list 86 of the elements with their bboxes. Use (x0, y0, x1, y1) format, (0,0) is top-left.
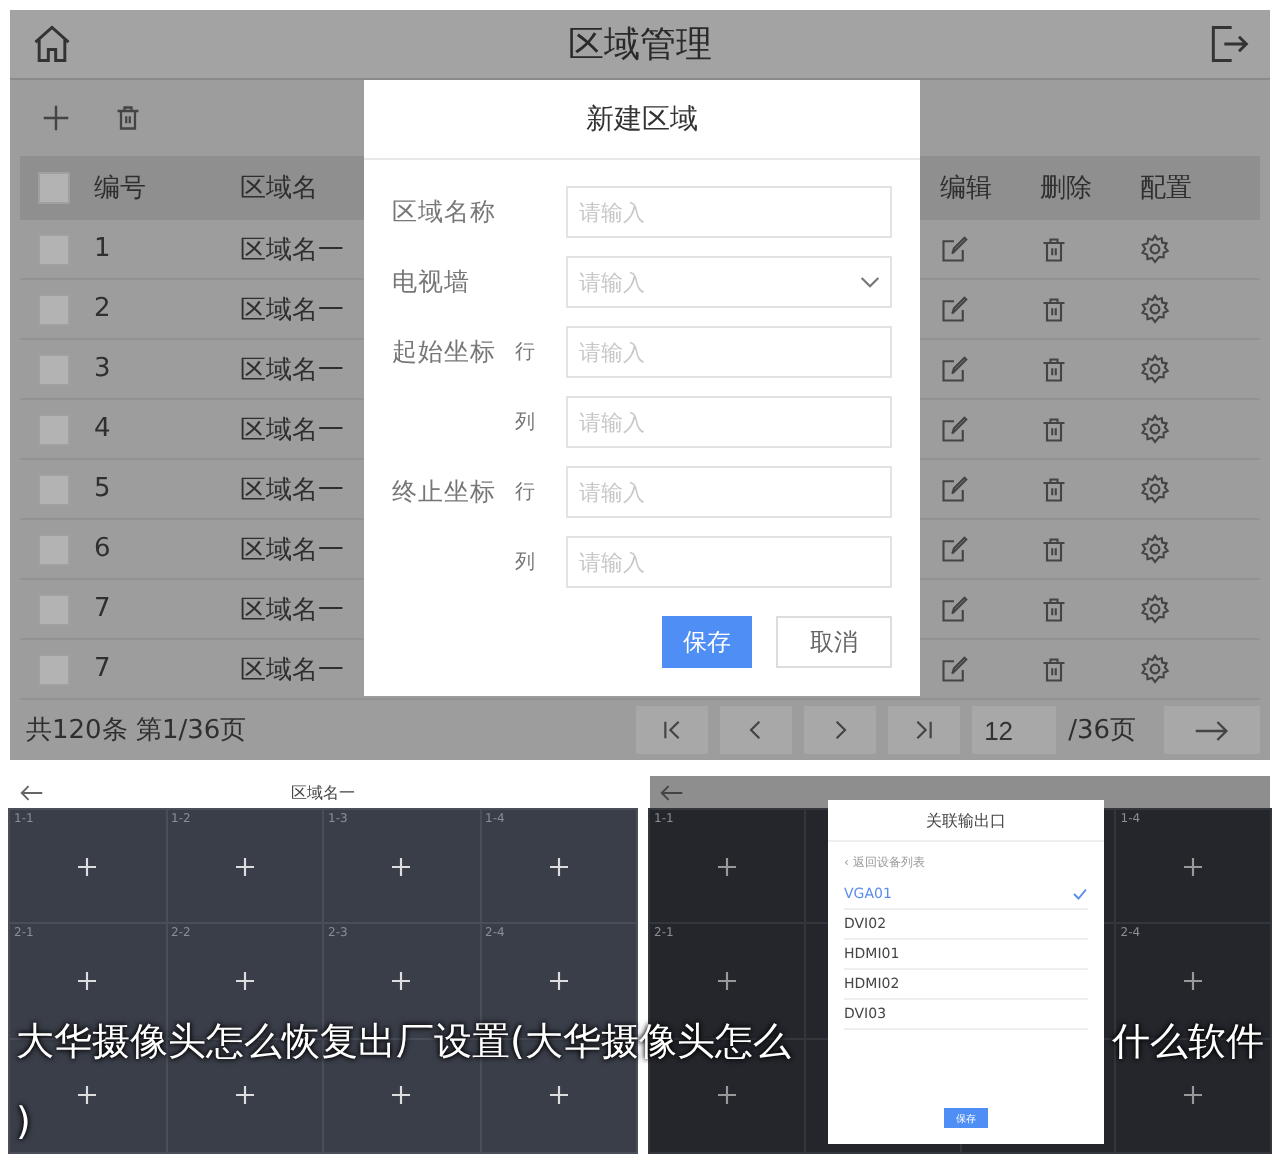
edit-icon[interactable] (940, 595, 968, 623)
trash-icon[interactable] (1040, 235, 1068, 263)
caption-text: 什么软件 (1112, 1018, 1264, 1068)
gear-icon[interactable] (1140, 234, 1170, 264)
gear-icon[interactable] (1140, 474, 1170, 504)
gear-icon[interactable] (1140, 594, 1170, 624)
first-page-button[interactable] (636, 706, 709, 754)
table-cell-text: 5 (94, 474, 113, 504)
trash-icon[interactable] (114, 104, 142, 132)
edit-icon[interactable] (940, 235, 968, 263)
edit-icon[interactable] (940, 355, 968, 383)
column-header: 区域名 (240, 174, 318, 204)
trash-icon[interactable] (1040, 295, 1068, 323)
trash-icon[interactable] (1040, 535, 1068, 563)
edit-icon[interactable] (940, 415, 968, 443)
field-label: 起始坐标 (392, 335, 496, 365)
trash-icon[interactable] (1040, 655, 1068, 683)
chevron-down-icon (860, 275, 880, 289)
column-header: 编辑 (940, 172, 994, 206)
trash-icon[interactable] (1040, 595, 1068, 623)
page-input[interactable]: 12 (972, 706, 1057, 754)
edit-icon[interactable] (940, 535, 968, 563)
gear-icon[interactable] (1140, 294, 1170, 324)
dialog-title: 新建区域 (364, 80, 920, 160)
field-label: 电视墙 (392, 265, 470, 295)
arrow-right-icon (1194, 719, 1230, 741)
field-label: 终止坐标 (392, 475, 496, 505)
add-icon[interactable] (1184, 857, 1203, 876)
table-cell: 区域名一 (240, 355, 344, 385)
column-header: 删除 (1040, 172, 1094, 206)
view-title: 区域名一 (291, 782, 355, 804)
page-title: 区域管理 (568, 22, 712, 68)
back-arrow-icon[interactable] (20, 784, 44, 802)
table-cell-text: 7 (94, 654, 113, 684)
table-cell-text: 7 (94, 594, 113, 624)
add-icon[interactable] (717, 1086, 736, 1105)
table-cell-text: 4 (94, 414, 113, 444)
table-cell-text: 6 (94, 534, 113, 564)
gear-icon[interactable] (1140, 414, 1170, 444)
page-total: /36页 (1068, 714, 1136, 748)
check-icon (1072, 888, 1088, 900)
add-icon[interactable] (42, 104, 70, 132)
go-button[interactable] (1164, 706, 1260, 754)
table-cell-text: 3 (94, 354, 113, 384)
edit-icon[interactable] (940, 655, 968, 683)
chevron-right-icon (830, 720, 851, 740)
field-label: 区域名称 (392, 195, 496, 225)
first-page-icon (662, 720, 683, 740)
table-cell-text: 1 (94, 234, 113, 264)
table-cell: 区域名一 (240, 235, 344, 265)
trash-icon[interactable] (1040, 355, 1068, 383)
add-icon[interactable] (717, 971, 736, 990)
gear-icon[interactable] (1140, 534, 1170, 564)
edit-icon[interactable] (940, 475, 968, 503)
caption-text: ) (16, 1100, 31, 1144)
last-page-icon (914, 720, 935, 740)
trash-icon[interactable] (1040, 475, 1068, 503)
trash-icon[interactable] (1040, 415, 1068, 443)
add-icon[interactable] (1184, 1086, 1203, 1105)
field-sublabel: 行 (514, 482, 535, 504)
field-sublabel: 列 (514, 552, 535, 574)
logout-icon[interactable] (1206, 22, 1250, 66)
gear-icon[interactable] (1140, 354, 1170, 384)
select-all-checkbox[interactable] (38, 172, 70, 204)
table-cell: 区域名一 (240, 475, 344, 505)
last-page-button[interactable] (888, 706, 961, 754)
column-header: 编号 (94, 172, 148, 206)
back-arrow-icon[interactable] (660, 784, 684, 802)
gear-icon[interactable] (1140, 654, 1170, 684)
column-header: 配置 (1140, 172, 1194, 206)
home-icon[interactable] (30, 22, 74, 66)
table-cell: 区域名一 (240, 655, 344, 685)
field-sublabel: 列 (514, 412, 535, 434)
add-icon[interactable] (1184, 971, 1203, 990)
page-summary: 共120条 第1/36页 (26, 714, 247, 748)
add-icon[interactable] (717, 857, 736, 876)
edit-icon[interactable] (940, 295, 968, 323)
table-cell: 区域名一 (240, 295, 344, 325)
table-cell: 区域名一 (240, 415, 344, 445)
table-cell-text: 2 (94, 294, 113, 324)
save-button[interactable]: 保存 (662, 616, 752, 668)
dialog-title: 关联输出口 (828, 800, 1104, 842)
table-cell: 区域名一 (240, 535, 344, 565)
field-sublabel: 行 (514, 342, 535, 364)
cancel-button[interactable]: 取消 (776, 616, 892, 668)
table-cell: 区域名一 (240, 595, 344, 625)
